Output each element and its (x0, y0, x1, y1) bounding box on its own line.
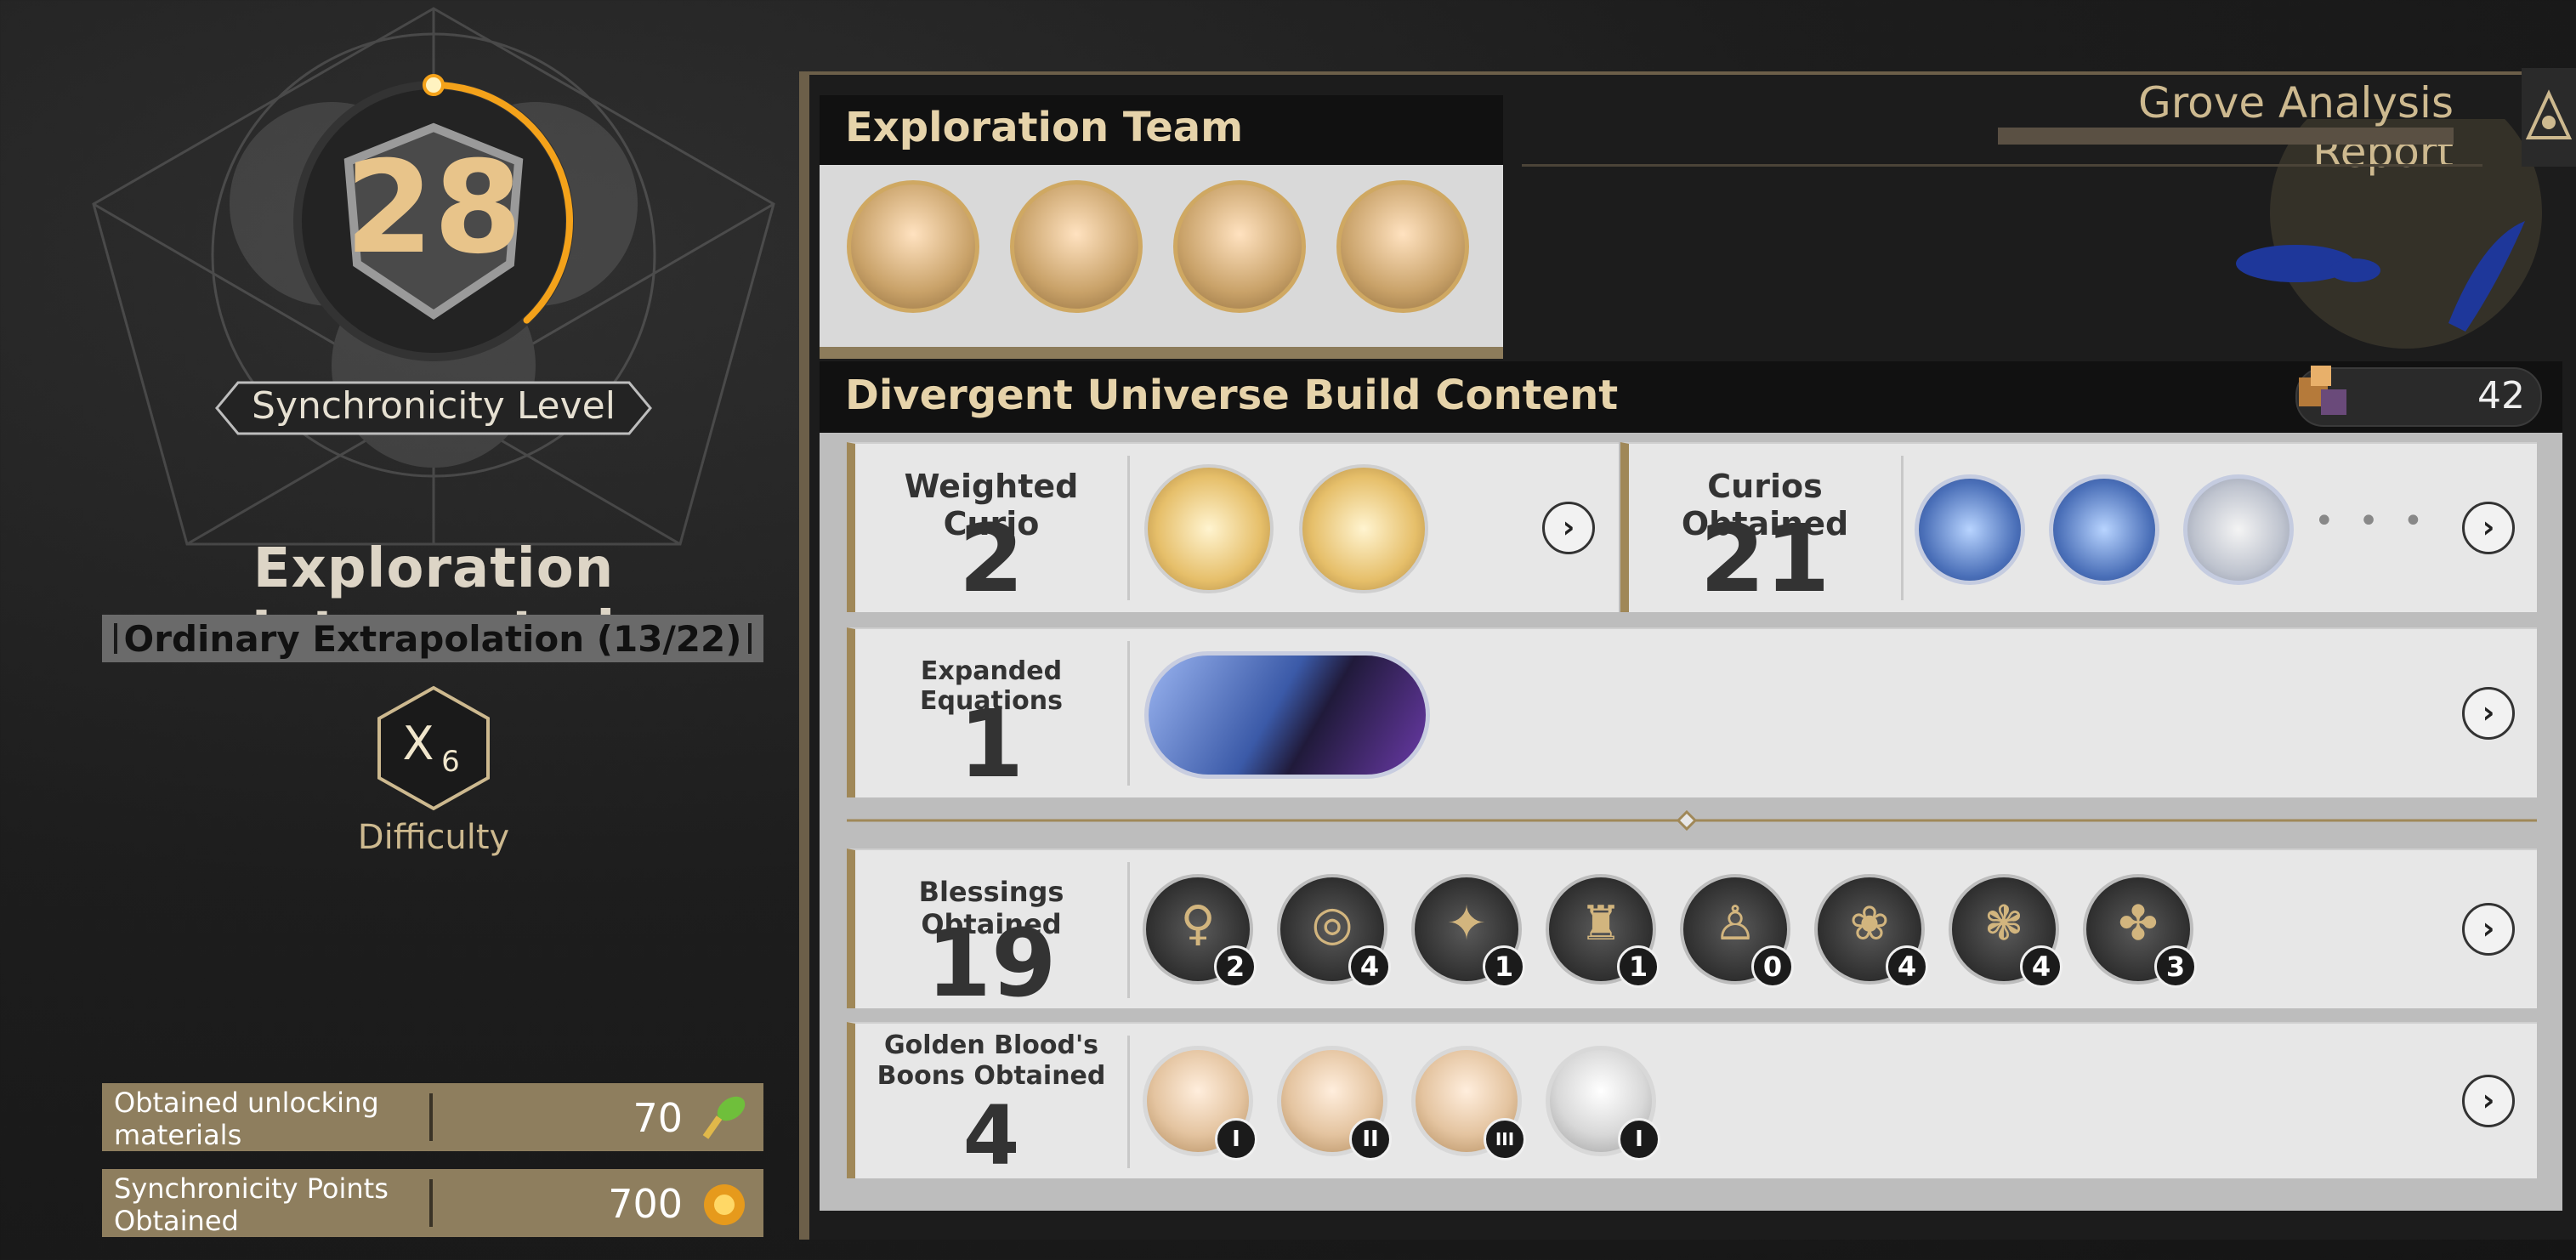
blessing-symbol: ❀ (1849, 896, 1890, 951)
synchronicity-level-value: 28 (344, 134, 523, 282)
golden-blood-boon-icon[interactable]: I (1546, 1046, 1660, 1161)
leaf-key-icon (702, 1096, 746, 1139)
boon-tier-badge: I (1618, 1118, 1660, 1161)
equation-card-icon[interactable] (1144, 651, 1430, 779)
report-divider-line (1522, 164, 2482, 167)
blessing-icon[interactable]: ✤ 3 (2083, 874, 2197, 988)
blessing-count-badge: 0 (1751, 945, 1794, 988)
blessing-icon[interactable]: ◎ 4 (1277, 874, 1391, 988)
blessing-symbol: ✤ (2118, 896, 2159, 951)
difficulty-value: 6 (441, 745, 460, 779)
golden-blood-count: 4 (962, 1088, 1020, 1183)
cube-count: 42 (2477, 374, 2525, 417)
blessing-count-badge: 1 (1483, 945, 1525, 988)
curios-obtained-count: 21 (1699, 504, 1830, 613)
curio-icon[interactable] (1299, 464, 1428, 593)
golden-blood-arrow-button[interactable]: › (2462, 1075, 2515, 1127)
blessing-symbol: ♀ (1180, 896, 1216, 951)
blessing-icon[interactable]: ❃ 4 (1949, 874, 2063, 988)
gold-orb-icon (704, 1184, 745, 1225)
blessing-symbol: ✦ (1446, 896, 1487, 951)
unlocking-materials-row: Obtained unlocking materials 70 (102, 1083, 763, 1151)
divider (1127, 641, 1130, 786)
difficulty-label: Difficulty (357, 818, 510, 857)
synchronicity-points-label: Synchronicity Points Obtained (114, 1172, 389, 1237)
blessing-icon[interactable]: ❀ 4 (1814, 874, 1928, 988)
golden-blood-card: Golden Blood's Boons Obtained 4 I II III I … (847, 1022, 2537, 1178)
divider (1127, 1036, 1130, 1168)
golden-blood-boon-icon[interactable]: II (1277, 1046, 1392, 1161)
blessing-count-badge: 4 (1886, 945, 1928, 988)
golden-blood-label-line1: Golden Blood's (883, 1030, 1099, 1060)
blessings-card: Blessings Obtained 19 ♀ 2 ◎ 4 ✦ 1 ♜ 1 ♙ 0 ❀ 4 ❃ 4 ✤ 3 › (847, 849, 2537, 1018)
blessing-count-badge: 4 (2020, 945, 2063, 988)
expanded-equations-card: Expanded Equations 1 › (847, 627, 2537, 797)
team-member-avatar-2[interactable] (1010, 180, 1143, 313)
difficulty-symbol: X (403, 717, 434, 770)
unlocking-materials-label: Obtained unlocking materials (114, 1087, 379, 1151)
curio-icon[interactable] (1915, 474, 2025, 585)
golden-blood-boon-icon[interactable]: I (1143, 1046, 1257, 1161)
blessing-count-badge: 2 (1214, 945, 1257, 988)
team-member-avatar-3[interactable] (1173, 180, 1306, 313)
synchronicity-label: Synchronicity Level (252, 384, 616, 428)
blessing-count-badge: 4 (1348, 945, 1391, 988)
unlocking-materials-value: 70 (633, 1095, 683, 1141)
blessings-count: 19 (926, 909, 1057, 1018)
grove-emblem-icon (2522, 68, 2576, 167)
blessing-symbol: ♜ (1579, 896, 1623, 951)
divider (1127, 862, 1130, 998)
curio-icon[interactable] (2183, 474, 2294, 585)
boon-tier-badge: III (1484, 1118, 1526, 1161)
golden-blood-boon-icon[interactable]: III (1411, 1046, 1526, 1161)
expanded-equations-arrow-button[interactable]: › (2462, 687, 2515, 740)
blessings-arrow-button[interactable]: › (2462, 903, 2515, 956)
blessing-count-badge: 3 (2154, 945, 2197, 988)
weighted-curio-card: Weighted Curio 2 › (847, 442, 1619, 612)
divider (1127, 456, 1130, 600)
curios-obtained-card: Curios Obtained 21 • • • › (1620, 442, 2537, 612)
cube-icon (2299, 366, 2346, 415)
blessing-icon[interactable]: ♜ 1 (1546, 874, 1660, 988)
curio-icon[interactable] (1144, 464, 1274, 593)
exploration-team-title: Exploration Team (845, 104, 1244, 151)
build-content-title: Divergent Universe Build Content (845, 372, 1619, 419)
weighted-curio-count: 2 (958, 504, 1024, 613)
divider (1901, 456, 1904, 600)
difficulty-hex-icon: X 6 (377, 685, 490, 811)
team-member-avatar-1[interactable] (847, 180, 979, 313)
blessing-symbol: ◎ (1311, 896, 1353, 951)
boon-tier-badge: I (1215, 1118, 1257, 1161)
synchronicity-points-row: Synchronicity Points Obtained 700 (102, 1169, 763, 1237)
synchronicity-points-value: 700 (608, 1181, 683, 1227)
blessing-count-badge: 1 (1617, 945, 1660, 988)
blessing-icon[interactable]: ♙ 0 (1680, 874, 1794, 988)
divider (429, 1179, 433, 1227)
expanded-equations-count: 1 (958, 690, 1024, 798)
weighted-curio-arrow-button[interactable]: › (1542, 502, 1595, 554)
golden-blood-label-line2: Boons Obtained (877, 1061, 1106, 1091)
boon-tier-badge: II (1349, 1118, 1392, 1161)
curios-obtained-arrow-button[interactable]: › (2462, 502, 2515, 554)
blessing-symbol: ❃ (1983, 896, 2024, 951)
blessing-icon[interactable]: ♀ 2 (1143, 874, 1257, 988)
curio-icon[interactable] (2049, 474, 2159, 585)
section-divider (847, 809, 2537, 831)
mode-label: Ordinary Extrapolation (13/22) (123, 618, 742, 660)
team-member-avatar-4[interactable] (1336, 180, 1469, 313)
report-title-underline (1998, 128, 2454, 145)
divider (429, 1093, 433, 1141)
blessing-symbol: ♙ (1713, 896, 1757, 951)
more-curios-indicator: • • • (2314, 502, 2431, 541)
blessing-icon[interactable]: ✦ 1 (1411, 874, 1525, 988)
